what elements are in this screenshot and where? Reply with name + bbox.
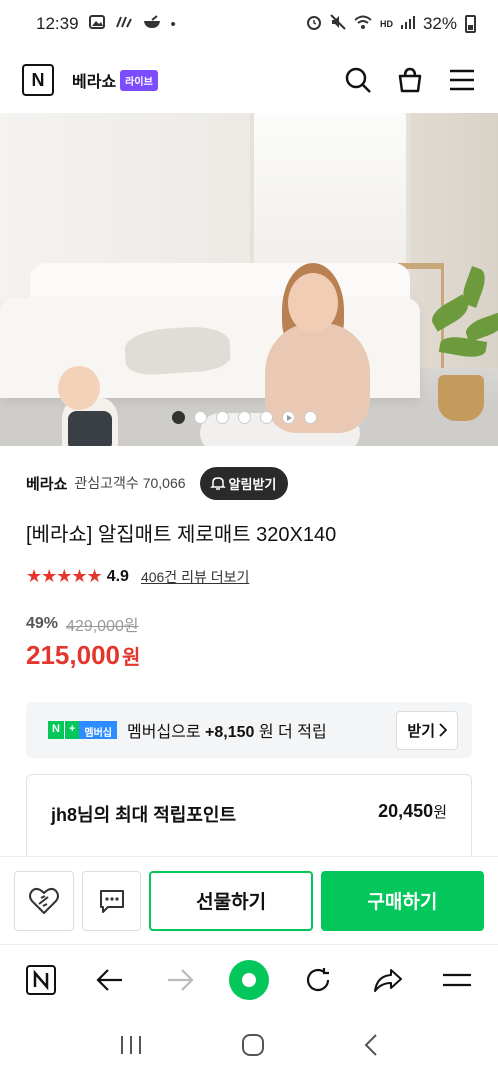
carousel-video-dot[interactable] (282, 411, 295, 424)
home-icon (242, 1033, 264, 1056)
gift-button[interactable]: 선물하기 (149, 870, 313, 931)
wifi-icon (354, 14, 372, 35)
chat-icon (99, 889, 124, 913)
wishlist-button[interactable] (14, 870, 74, 931)
sale-price: 215,000 원 (26, 640, 140, 671)
heart-link-icon (28, 887, 59, 914)
mute-icon (330, 13, 346, 35)
notification-dot-icon: • (170, 15, 176, 33)
reviews-link[interactable]: 406건 리뷰 더보기 (141, 567, 249, 587)
menu-icon[interactable] (448, 68, 476, 92)
product-image-carousel[interactable] (0, 113, 498, 446)
purchase-action-bar: 선물하기 구매하기 (0, 856, 498, 944)
app-header: N 베라쇼 라이브 (0, 48, 498, 112)
original-price: 429,000원 (66, 618, 139, 635)
forward-button[interactable] (155, 955, 205, 1005)
membership-text: 멤버십으로 +8,150 원 더 적립 (127, 724, 327, 741)
membership-points: +8,150 (205, 724, 255, 741)
carousel-dot[interactable] (238, 411, 251, 424)
fan-count: 관심고객수 70,066 (74, 475, 186, 491)
chevron-left-icon (364, 1033, 377, 1056)
naver-n-icon (25, 964, 56, 995)
discount-row: 49% 429,000원 (26, 612, 139, 636)
rating-row: ★★★★★ 4.9 406건 리뷰 더보기 (26, 566, 249, 587)
discount-rate: 49% (26, 615, 59, 632)
naver-home-button[interactable] (16, 955, 66, 1005)
bell-plus-icon (209, 477, 226, 490)
hd-label: HD (379, 19, 393, 29)
baby-figure (68, 411, 112, 446)
status-bar: 12:39 • HD 32% (0, 0, 498, 48)
arrow-right-icon (167, 968, 194, 991)
search-icon[interactable] (344, 66, 372, 94)
carousel-indicators (172, 411, 317, 424)
carousel-dot[interactable] (304, 411, 317, 424)
cart-icon[interactable] (396, 66, 424, 94)
carousel-dot[interactable] (216, 411, 229, 424)
refresh-button[interactable] (293, 955, 343, 1005)
seller-row: 베라쇼 관심고객수 70,066 알림받기 (26, 466, 478, 500)
gallery-icon (88, 15, 105, 33)
bowl-icon (143, 15, 161, 33)
back-button[interactable] (85, 955, 135, 1005)
menu-lines-icon (443, 973, 472, 986)
chevron-right-icon (439, 723, 447, 737)
battery-icon (465, 15, 476, 33)
seller-name[interactable]: 베라쇼 (26, 473, 67, 494)
max-points-label: jh8님의 최대 적립포인트 (51, 805, 237, 825)
price-currency: 원 (121, 647, 141, 669)
green-dot-icon (228, 959, 269, 1000)
naver-logo[interactable]: N (22, 64, 54, 96)
receive-button[interactable]: 받기 (396, 710, 458, 750)
max-points-box: jh8님의 최대 적립포인트 20,450원 (26, 774, 472, 864)
system-back-button[interactable] (363, 1033, 379, 1062)
share-icon (373, 968, 402, 992)
product-title: [베라쇼] 알집매트 제로매트 320X140 (26, 524, 337, 546)
share-button[interactable] (363, 955, 413, 1005)
price-value: 215,000 (26, 640, 120, 670)
android-navigation-bar (0, 1014, 498, 1080)
refresh-icon (307, 967, 330, 991)
browser-menu-button[interactable] (432, 955, 482, 1005)
voice-icon (115, 15, 133, 33)
carousel-dot-active[interactable] (172, 411, 185, 424)
signal-icon (400, 14, 415, 34)
carousel-dot[interactable] (194, 411, 207, 424)
recent-apps-button[interactable] (119, 1034, 143, 1061)
browser-toolbar (0, 944, 498, 1014)
recent-apps-icon (121, 1035, 141, 1054)
store-name[interactable]: 베라쇼 (72, 68, 116, 92)
green-dot-button[interactable] (224, 955, 274, 1005)
arrow-left-icon (96, 968, 123, 991)
status-time: 12:39 (36, 14, 79, 33)
rating-score: 4.9 (106, 567, 129, 585)
notify-button[interactable]: 알림받기 (199, 466, 289, 500)
buy-button[interactable]: 구매하기 (320, 870, 484, 931)
live-badge: 라이브 (120, 69, 158, 91)
battery-percent: 32% (422, 14, 457, 33)
plant (438, 375, 484, 421)
notify-label: 알림받기 (228, 476, 277, 492)
alarm-icon (306, 14, 322, 35)
home-button[interactable] (241, 1033, 265, 1062)
chat-button[interactable] (81, 870, 142, 931)
membership-banner: N + 멤버십 멤버십으로 +8,150 원 더 적립 받기 (26, 702, 472, 758)
carousel-dot[interactable] (260, 411, 273, 424)
star-rating: ★★★★★ (26, 566, 103, 586)
max-points-value: 20,450원 (378, 801, 447, 821)
naver-plus-badge: N + 멤버십 (48, 721, 117, 739)
